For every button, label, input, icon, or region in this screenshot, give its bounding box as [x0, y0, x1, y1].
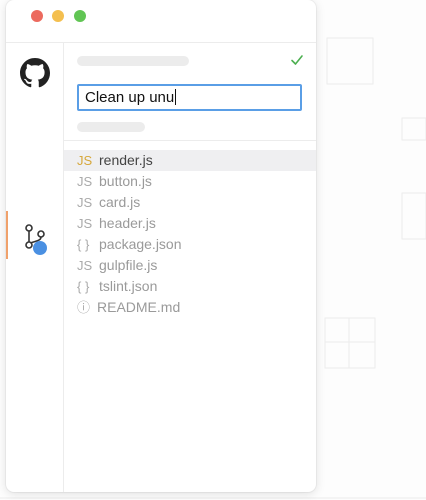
- js-file-icon: JS: [77, 195, 93, 210]
- commit-panel: Clean up unu JS render.js JS button.js J…: [64, 42, 316, 492]
- active-indicator: [6, 211, 8, 259]
- source-control-icon[interactable]: [24, 223, 50, 257]
- file-name: tslint.json: [99, 278, 158, 294]
- changes-badge-icon: [33, 241, 47, 255]
- check-icon: [291, 55, 303, 65]
- file-item-card-js[interactable]: JS card.js: [64, 192, 316, 213]
- file-name: package.json: [99, 236, 182, 252]
- file-item-readme-md[interactable]: ⓘ README.md: [64, 297, 316, 318]
- js-file-icon: JS: [77, 258, 93, 273]
- commit-message-text: Clean up unu: [85, 89, 175, 106]
- description-placeholder: [77, 122, 145, 132]
- file-item-button-js[interactable]: JS button.js: [64, 171, 316, 192]
- panel-divider: [64, 140, 316, 141]
- activity-sidebar: [6, 42, 64, 492]
- file-name: README.md: [97, 299, 181, 315]
- js-file-icon: JS: [77, 216, 93, 231]
- app-window: Clean up unu JS render.js JS button.js J…: [6, 0, 316, 492]
- js-file-icon: JS: [77, 153, 93, 168]
- file-item-header-js[interactable]: JS header.js: [64, 213, 316, 234]
- close-window-button[interactable]: [31, 10, 43, 22]
- maximize-window-button[interactable]: [74, 10, 86, 22]
- branch-placeholder: [77, 56, 189, 66]
- file-name: gulpfile.js: [99, 257, 158, 273]
- file-name: header.js: [99, 215, 156, 231]
- minimize-window-button[interactable]: [52, 10, 64, 22]
- file-name: card.js: [99, 194, 141, 210]
- file-item-tslint-json[interactable]: { } tslint.json: [64, 276, 316, 297]
- js-file-icon: JS: [77, 174, 93, 189]
- file-name: render.js: [99, 152, 153, 168]
- commit-message-input[interactable]: Clean up unu: [77, 84, 302, 111]
- title-bar: [6, 0, 316, 40]
- changed-files-list: JS render.js JS button.js JS card.js JS …: [64, 150, 316, 318]
- github-icon[interactable]: [20, 58, 50, 88]
- file-item-render-js[interactable]: JS render.js: [64, 150, 316, 171]
- info-icon: ⓘ: [77, 300, 91, 315]
- text-caret: [175, 89, 177, 105]
- json-file-icon: { }: [77, 237, 90, 252]
- file-item-gulpfile-js[interactable]: JS gulpfile.js: [64, 255, 316, 276]
- file-item-package-json[interactable]: { } package.json: [64, 234, 316, 255]
- json-file-icon: { }: [77, 279, 90, 294]
- file-name: button.js: [99, 173, 152, 189]
